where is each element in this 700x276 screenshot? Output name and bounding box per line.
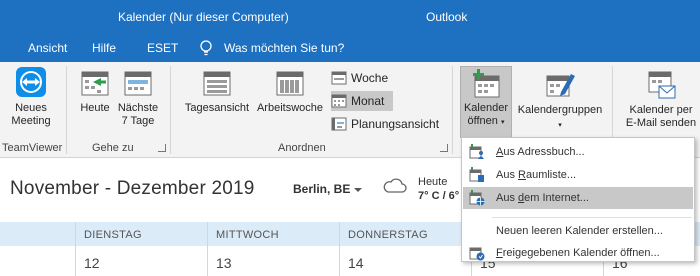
month-view-label: Monat bbox=[351, 94, 385, 108]
week-view-button[interactable]: Woche bbox=[331, 68, 397, 88]
email-calendar-button[interactable]: Kalender per E-Mail senden bbox=[622, 66, 700, 130]
work-week-button[interactable]: Arbeitswoche bbox=[254, 66, 326, 115]
menu-item-room-list[interactable]: Aus Raumliste... bbox=[463, 164, 693, 186]
open-calendar-content[interactable]: Kalender öffnen ▾ bbox=[460, 66, 512, 129]
column-divider bbox=[207, 222, 208, 276]
group-separator bbox=[66, 66, 67, 154]
menu-ansicht[interactable]: Ansicht bbox=[28, 41, 67, 55]
app-name: Outlook bbox=[426, 10, 468, 24]
group-separator bbox=[452, 66, 453, 154]
menu-hilfe[interactable]: Hilfe bbox=[92, 41, 116, 55]
calendar-small-week-icon bbox=[331, 71, 347, 85]
open-calendar-line2: öffnen ▾ bbox=[467, 115, 505, 127]
group-separator bbox=[170, 66, 171, 154]
calendar-day-icon bbox=[203, 71, 231, 96]
calendar-small-month-icon bbox=[331, 94, 347, 108]
weather-temperature: 7° C / 6° bbox=[418, 190, 460, 202]
column-divider bbox=[339, 222, 340, 276]
date-cell[interactable]: 13 bbox=[216, 255, 232, 271]
today-button[interactable]: Heute bbox=[76, 66, 114, 115]
calendar-email-icon bbox=[648, 71, 676, 99]
calendar-workweek-icon bbox=[276, 71, 304, 96]
group-goto: Gehe zu bbox=[92, 142, 134, 154]
schedule-view-button[interactable]: Planungsansicht bbox=[331, 114, 441, 134]
next-7-days-label: Nächste 7 Tage bbox=[117, 102, 159, 127]
new-meeting-button[interactable]: Neues Meeting bbox=[4, 66, 58, 128]
next-7-days-button[interactable]: Nächste 7 Tage bbox=[114, 66, 162, 128]
menu-bar: Ansicht Hilfe ESET Was möchten Sie tun? bbox=[0, 34, 700, 62]
menu-item-label: Aus dem Internet... bbox=[496, 192, 589, 204]
open-calendar-dropdown: Aus Adressbuch... Aus Raumliste... Aus d… bbox=[461, 137, 695, 262]
today-label: Heute bbox=[80, 102, 110, 114]
open-calendar-icon bbox=[473, 69, 500, 98]
open-calendar-line1: Kalender bbox=[463, 102, 509, 114]
menu-eset[interactable]: ESET bbox=[147, 41, 178, 55]
calendar-groups-label: Kalendergruppen bbox=[517, 104, 603, 116]
menu-item-label: Freigegebenen Kalender öffnen... bbox=[496, 247, 660, 259]
menu-item-address-book[interactable]: Aus Adressbuch... bbox=[463, 141, 693, 163]
cloud-icon bbox=[383, 178, 407, 193]
calendar-week-icon bbox=[124, 71, 152, 96]
column-divider bbox=[75, 222, 76, 276]
menu-item-label: Neuen leeren Kalender erstellen... bbox=[496, 225, 663, 237]
group-teamviewer: TeamViewer bbox=[2, 142, 63, 154]
day-view-label: Tagesansicht bbox=[184, 102, 250, 114]
menu-item-shared-calendar[interactable]: Freigegebenen Kalender öffnen... bbox=[463, 242, 693, 264]
chevron-down-icon[interactable] bbox=[354, 188, 362, 192]
month-view-button[interactable]: Monat bbox=[331, 91, 393, 111]
date-cell[interactable]: 12 bbox=[84, 255, 100, 271]
lightbulb-icon bbox=[200, 40, 212, 56]
day-view-button[interactable]: Tagesansicht bbox=[180, 66, 254, 115]
email-calendar-line1: Kalender per bbox=[629, 104, 693, 116]
week-view-label: Woche bbox=[351, 71, 389, 85]
room-list-icon bbox=[469, 167, 484, 182]
teamviewer-icon bbox=[16, 67, 46, 97]
calendar-groups-icon bbox=[546, 74, 575, 97]
window-title: Kalender (Nur dieser Computer) bbox=[118, 10, 289, 24]
schedule-view-label: Planungsansicht bbox=[351, 117, 440, 131]
calendar-groups-button[interactable]: Kalendergruppen ▾ bbox=[514, 66, 606, 132]
group-launcher-icon[interactable] bbox=[158, 144, 166, 152]
email-calendar-line2: E-Mail senden bbox=[625, 117, 697, 129]
menu-item-internet[interactable]: Aus dem Internet... bbox=[463, 187, 693, 209]
menu-item-label: Aus Adressbuch... bbox=[496, 146, 585, 158]
weekday-label: DIENSTAG bbox=[84, 229, 142, 241]
menu-item-new-blank-calendar[interactable]: Neuen leeren Kalender erstellen... bbox=[463, 220, 693, 242]
menu-item-label: Aus Raumliste... bbox=[496, 169, 577, 181]
weekday-label: DONNERSTAG bbox=[348, 229, 428, 241]
group-arrange: Anordnen bbox=[278, 142, 326, 154]
title-bar: Kalender (Nur dieser Computer) Outlook bbox=[0, 0, 700, 34]
calendar-today-icon bbox=[81, 71, 109, 96]
group-launcher-icon[interactable] bbox=[440, 144, 448, 152]
weather-day: Heute bbox=[418, 176, 448, 188]
address-book-icon bbox=[469, 144, 484, 159]
menu-separator bbox=[492, 217, 692, 218]
date-cell[interactable]: 14 bbox=[348, 255, 364, 271]
weather-city[interactable]: Berlin, BE bbox=[293, 182, 350, 196]
weekday-label: MITTWOCH bbox=[216, 229, 279, 241]
internet-calendar-icon bbox=[469, 190, 485, 206]
chevron-down-icon: ▾ bbox=[558, 122, 562, 129]
calendar-date-range: November - Dezember 2019 bbox=[10, 178, 255, 199]
new-meeting-label: Neues Meeting bbox=[11, 102, 51, 127]
calendar-small-schedule-icon bbox=[331, 117, 347, 131]
shared-calendar-icon bbox=[469, 247, 485, 261]
work-week-label: Arbeitswoche bbox=[256, 102, 324, 114]
tell-me-search[interactable]: Was möchten Sie tun? bbox=[224, 41, 344, 55]
